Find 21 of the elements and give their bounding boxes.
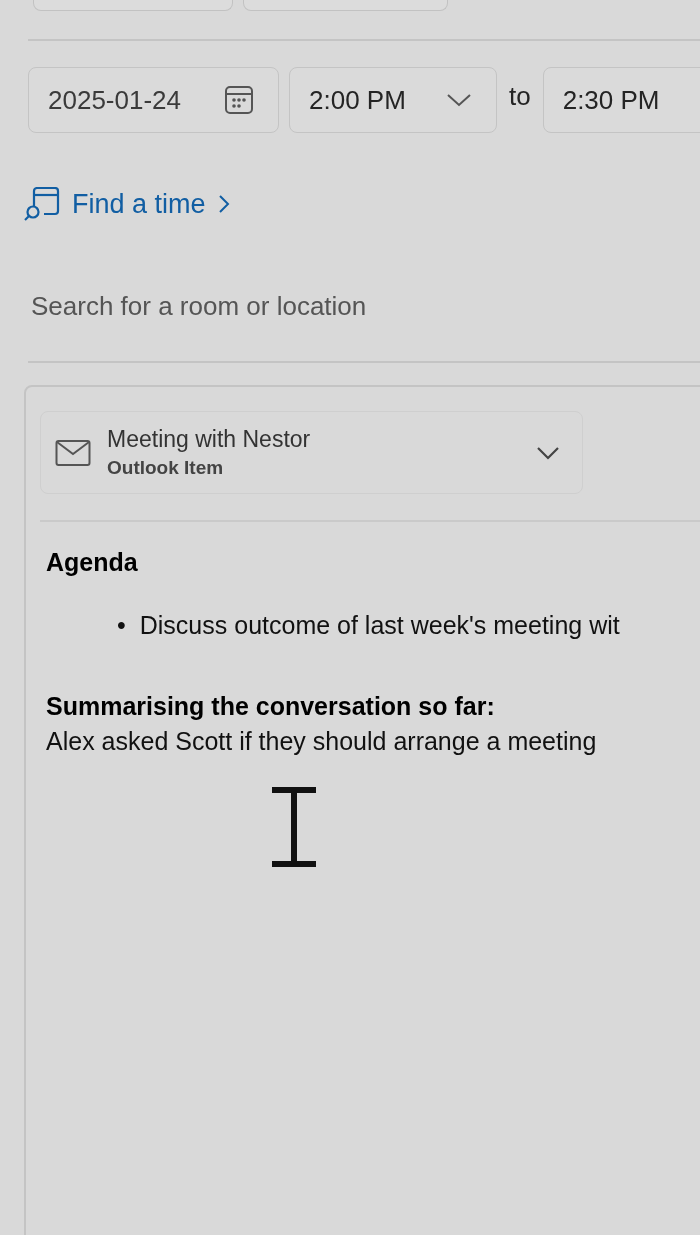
- calendar-icon: [224, 85, 254, 115]
- summary-heading: Summarising the conversation so far:: [46, 691, 496, 721]
- calendar-search-icon: [24, 187, 60, 221]
- chevron-down-icon[interactable]: [536, 444, 560, 461]
- date-picker[interactable]: 2025-01-24: [28, 67, 279, 133]
- chevron-down-icon: [446, 92, 472, 108]
- text-cursor-icon: [270, 787, 318, 867]
- find-a-time-link[interactable]: Find a time: [24, 187, 230, 221]
- summary-text: Alex asked Scott if they should arrange a meeting: [46, 726, 598, 756]
- location-search-field[interactable]: Search for a room or location: [28, 291, 631, 322]
- bullet-marker: •: [117, 610, 126, 640]
- attachment-card[interactable]: Meeting with Nestor Outlook Item: [40, 411, 583, 494]
- to-label: to: [509, 81, 531, 112]
- end-time-dropdown[interactable]: 2:30 PM: [542, 67, 700, 133]
- agenda-item: Discuss outcome of last week's meeting wit: [139, 610, 620, 640]
- attachment-title: Meeting with Nestor: [107, 426, 312, 453]
- envelope-icon: [55, 438, 91, 467]
- start-time-dropdown[interactable]: 2:00 PM: [289, 67, 497, 133]
- chevron-right-icon: [217, 194, 230, 214]
- agenda-heading: Agenda: [46, 547, 139, 577]
- attachment-type: Outlook Item: [107, 457, 225, 479]
